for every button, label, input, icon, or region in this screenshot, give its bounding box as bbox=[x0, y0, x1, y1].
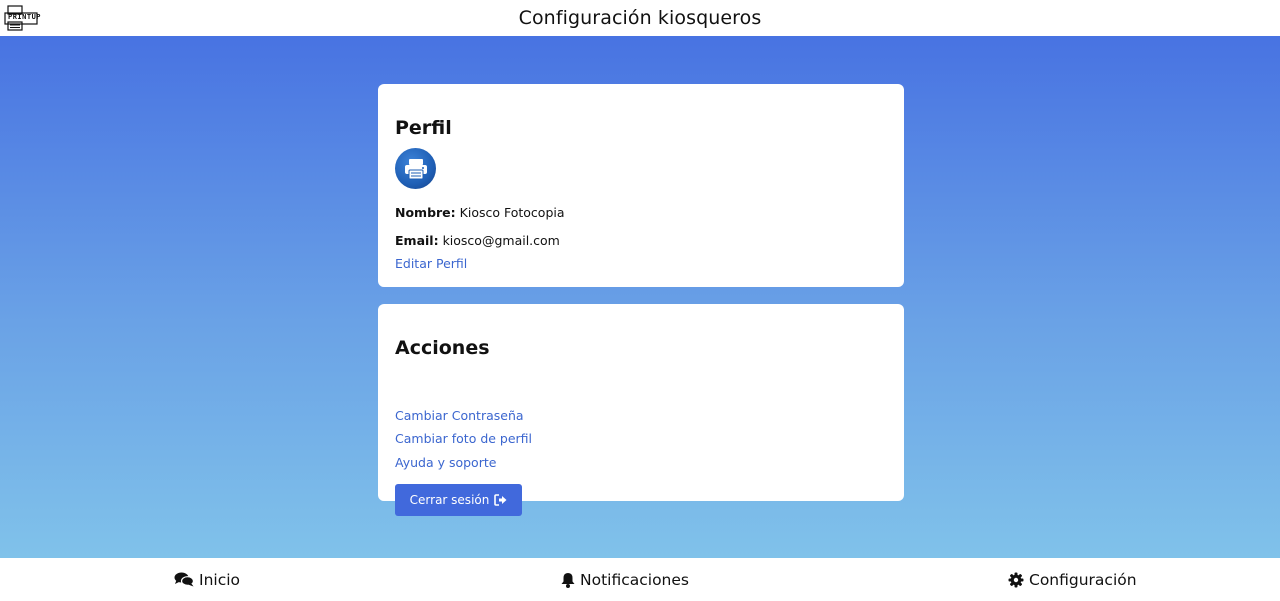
profile-name: Nombre: Kiosco Fotocopia bbox=[395, 205, 565, 220]
name-value: Kiosco Fotocopia bbox=[459, 205, 565, 220]
top-bar: PRINTUP Configuración kiosqueros bbox=[0, 0, 1280, 36]
actions-title: Acciones bbox=[395, 337, 490, 359]
logout-button[interactable]: Cerrar sesión bbox=[395, 484, 522, 516]
email-label: Email: bbox=[395, 233, 439, 248]
page-title: Configuración kiosqueros bbox=[518, 7, 762, 29]
help-support-link[interactable]: Ayuda y soporte bbox=[395, 455, 496, 470]
bell-icon bbox=[561, 572, 575, 588]
main-content: Perfil Nombre: Kiosco Fotocopia Email: k… bbox=[0, 36, 1280, 558]
comments-icon bbox=[174, 572, 194, 587]
profile-email: Email: kiosco@gmail.com bbox=[395, 233, 560, 248]
printup-logo[interactable]: PRINTUP bbox=[4, 5, 60, 31]
logo-text: PRINTUP bbox=[8, 13, 42, 21]
edit-profile-link[interactable]: Editar Perfil bbox=[395, 256, 467, 271]
actions-card: Acciones Cambiar Contraseña Cambiar foto… bbox=[378, 304, 904, 516]
sign-out-icon bbox=[494, 494, 507, 506]
email-value: kiosco@gmail.com bbox=[442, 233, 560, 248]
change-photo-link[interactable]: Cambiar foto de perfil bbox=[395, 431, 532, 446]
nav-configuracion[interactable]: Configuración bbox=[1008, 558, 1137, 601]
nav-notificaciones[interactable]: Notificaciones bbox=[561, 558, 689, 601]
printer-icon bbox=[404, 158, 427, 179]
avatar bbox=[395, 148, 436, 189]
change-password-link[interactable]: Cambiar Contraseña bbox=[395, 408, 524, 423]
nav-configuracion-label: Configuración bbox=[1029, 570, 1137, 589]
gear-icon bbox=[1008, 572, 1024, 588]
profile-card: Perfil Nombre: Kiosco Fotocopia Email: k… bbox=[378, 84, 904, 287]
logout-label: Cerrar sesión bbox=[409, 493, 490, 507]
nav-notificaciones-label: Notificaciones bbox=[580, 570, 689, 589]
name-label: Nombre: bbox=[395, 205, 456, 220]
profile-title: Perfil bbox=[395, 117, 452, 139]
nav-inicio[interactable]: Inicio bbox=[174, 558, 240, 601]
nav-inicio-label: Inicio bbox=[199, 570, 241, 589]
bottom-nav: Inicio Notificaciones Configuración bbox=[0, 558, 1280, 601]
